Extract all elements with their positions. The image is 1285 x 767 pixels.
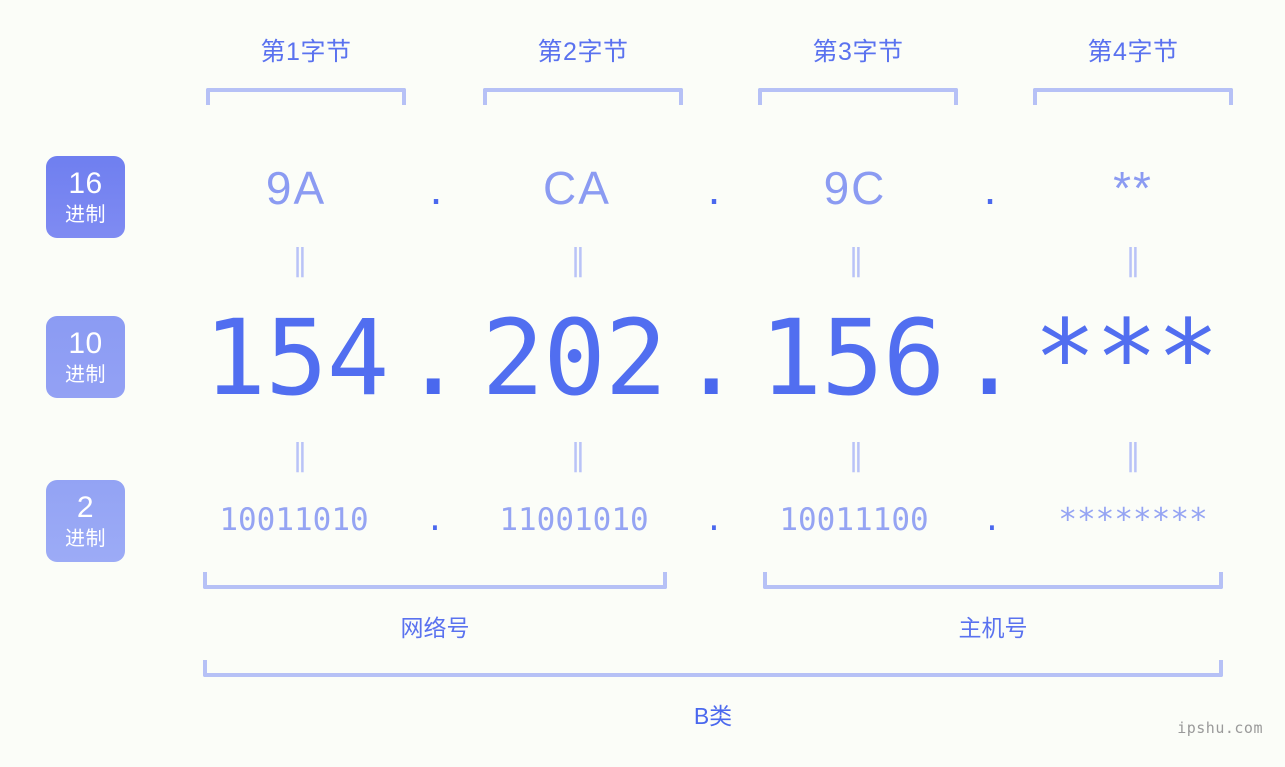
network-label: 网络号	[400, 615, 470, 641]
base-badge-hex: 16 进制	[46, 156, 125, 238]
binary-separator-3: .	[982, 502, 1002, 538]
base-badge-binary-unit: 进制	[65, 528, 106, 550]
byte-header-2: 第2字节	[537, 38, 629, 66]
base-badge-hex-number: 16	[68, 167, 103, 200]
base-badge-binary: 2 进制	[46, 480, 125, 562]
equality-mark-hex-dec-3: ‖	[848, 243, 864, 278]
hex-separator-1: .	[429, 162, 443, 214]
equality-mark-hex-dec-4: ‖	[1125, 243, 1141, 278]
hex-octet-1: 9A	[265, 162, 327, 214]
host-bracket	[763, 572, 1223, 589]
binary-octet-3: 10011100	[779, 502, 929, 538]
binary-octet-2: 11001010	[499, 502, 649, 538]
decimal-separator-3: .	[958, 297, 1021, 419]
byte-bracket-2	[483, 88, 683, 105]
byte-bracket-1	[206, 88, 406, 105]
decimal-separator-2: .	[680, 297, 743, 419]
hex-octet-2: CA	[543, 162, 611, 214]
binary-separator-2: .	[704, 502, 724, 538]
decimal-octet-2: 202	[481, 297, 668, 419]
hex-separator-2: .	[707, 162, 721, 214]
binary-separator-1: .	[425, 502, 445, 538]
base-badge-binary-number: 2	[76, 491, 95, 524]
host-label: 主机号	[958, 615, 1028, 641]
decimal-octet-4: ***	[1033, 297, 1220, 419]
hex-separator-3: .	[983, 162, 997, 214]
equality-mark-dec-bin-4: ‖	[1125, 438, 1141, 473]
decimal-octet-3: 156	[759, 297, 946, 419]
network-bracket	[203, 572, 667, 589]
decimal-separator-1: .	[402, 297, 465, 419]
class-bracket	[203, 660, 1223, 677]
equality-mark-dec-bin-2: ‖	[570, 438, 586, 473]
base-badge-hex-unit: 进制	[65, 204, 106, 226]
equality-mark-hex-dec-1: ‖	[292, 243, 308, 278]
equality-mark-hex-dec-2: ‖	[570, 243, 586, 278]
class-label: B类	[693, 703, 733, 729]
hex-octet-4: **	[1113, 162, 1153, 214]
base-badge-decimal: 10 进制	[46, 316, 125, 398]
decimal-octet-1: 154	[203, 297, 390, 419]
base-badge-decimal-unit: 进制	[65, 364, 106, 386]
ip-address-breakdown-diagram: 第1字节 第2字节 第3字节 第4字节 16 进制 10 进制 2 进制 9A …	[0, 0, 1285, 767]
byte-bracket-4	[1033, 88, 1233, 105]
base-badge-decimal-number: 10	[68, 327, 103, 360]
equality-mark-dec-bin-3: ‖	[848, 438, 864, 473]
binary-octet-1: 10011010	[219, 502, 369, 538]
binary-octet-4: ********	[1058, 502, 1208, 538]
byte-header-3: 第3字节	[812, 38, 904, 66]
equality-mark-dec-bin-1: ‖	[292, 438, 308, 473]
byte-bracket-3	[758, 88, 958, 105]
hex-octet-3: 9C	[823, 162, 887, 214]
site-watermark: ipshu.com	[1177, 719, 1263, 737]
byte-header-1: 第1字节	[260, 38, 352, 66]
byte-header-4: 第4字节	[1087, 38, 1179, 66]
